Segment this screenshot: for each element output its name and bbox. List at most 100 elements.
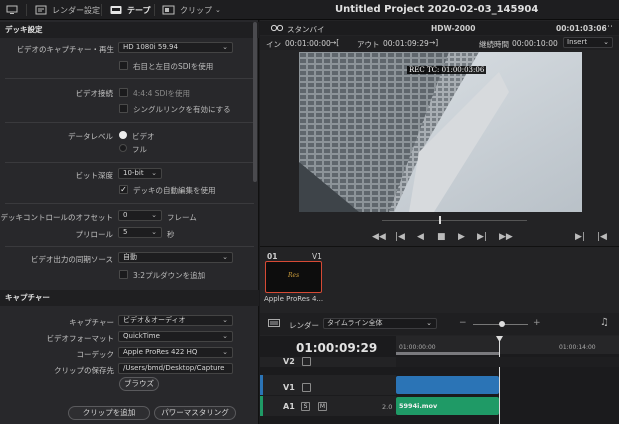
clip-icon bbox=[162, 5, 175, 15]
eject-icon[interactable]: |◀ bbox=[597, 232, 607, 242]
render-settings-icon bbox=[35, 5, 47, 15]
fast-forward-icon[interactable]: ▶▶ bbox=[499, 232, 513, 242]
video-format-select[interactable]: QuickTime ⌄ bbox=[118, 331, 233, 342]
audio-clip[interactable]: 5994i.mov bbox=[396, 397, 499, 415]
data-level-video-label: ビデオ bbox=[132, 132, 155, 141]
tape-label: テープ bbox=[127, 5, 151, 15]
timeline-view-icon[interactable] bbox=[268, 319, 280, 329]
reverse-play-icon[interactable]: ◀ bbox=[417, 232, 424, 242]
building-image bbox=[299, 52, 582, 212]
render-range-select[interactable]: タイムライン全体 ⌄ bbox=[323, 318, 437, 329]
video-capture-value: HD 1080i 59.94 bbox=[123, 43, 178, 51]
render-label: レンダー bbox=[289, 321, 319, 330]
clip-button[interactable]: クリップ ⌄ bbox=[162, 0, 221, 20]
scrubber-playhead[interactable] bbox=[439, 216, 441, 224]
timeline-playhead[interactable] bbox=[499, 336, 500, 424]
bit-depth-label: ビット深度 bbox=[75, 171, 114, 180]
zoom-slider-handle[interactable] bbox=[499, 321, 505, 327]
zoom-in-icon[interactable]: + bbox=[533, 318, 541, 328]
scrubber-track[interactable] bbox=[382, 220, 527, 221]
sdi444-checkbox[interactable] bbox=[119, 88, 128, 97]
step-back-icon[interactable]: |◀ bbox=[395, 232, 405, 242]
tape-name: HDW-2000 bbox=[431, 24, 476, 33]
track-header-a1 bbox=[260, 396, 396, 416]
step-forward-icon[interactable]: ▶| bbox=[477, 232, 487, 242]
sync-source-value: 自動 bbox=[123, 253, 137, 261]
panel-scrollbar[interactable] bbox=[253, 22, 257, 182]
data-level-full-radio[interactable] bbox=[119, 144, 127, 152]
video-preview bbox=[299, 52, 582, 212]
sync-source-select[interactable]: 自動 ⌄ bbox=[118, 252, 233, 263]
clip-thumbnail[interactable]: Res bbox=[265, 261, 322, 293]
chevron-down-icon: ⌄ bbox=[222, 332, 228, 340]
chevron-down-icon: ⌄ bbox=[215, 6, 221, 14]
edit-mode-select[interactable]: Insert ⌄ bbox=[563, 37, 613, 48]
in-label: イン bbox=[266, 40, 281, 49]
out-timecode[interactable]: 00:01:09:29 bbox=[383, 39, 429, 48]
sdi-lr-checkbox[interactable] bbox=[119, 61, 128, 70]
deck-settings-header: デッキ設定 bbox=[0, 22, 259, 38]
monitor-icon[interactable] bbox=[6, 0, 18, 20]
track-v2-lane[interactable] bbox=[396, 357, 619, 367]
bit-depth-select[interactable]: 10-bit ⌄ bbox=[118, 168, 162, 179]
pulldown-checkbox[interactable] bbox=[119, 270, 128, 279]
offset-label: デッキコントロールのオフセット bbox=[0, 213, 114, 222]
power-mastering-button[interactable]: パワーマスタリング bbox=[154, 406, 236, 420]
binoculars-icon bbox=[270, 24, 284, 34]
chevron-down-icon: ⌄ bbox=[222, 253, 228, 261]
save-location-field[interactable]: /Users/bmd/Desktop/Capture bbox=[118, 363, 233, 374]
music-note-icon[interactable]: ♫ bbox=[600, 317, 609, 328]
data-level-label: データレベル bbox=[68, 132, 113, 141]
auto-edit-label: デッキの自動編集を使用 bbox=[133, 186, 216, 195]
zoom-out-icon[interactable]: − bbox=[459, 318, 467, 328]
codec-value: Apple ProRes 422 HQ bbox=[123, 348, 198, 356]
rewind-icon[interactable]: ◀◀ bbox=[372, 232, 386, 242]
track-v1-toggle-icon[interactable] bbox=[302, 383, 311, 392]
chevron-down-icon: ⌄ bbox=[151, 228, 157, 236]
video-capture-label: ビデオのキャプチャー・再生 bbox=[16, 45, 114, 54]
tape-button[interactable]: テープ bbox=[110, 0, 151, 20]
chevron-down-icon: ⌄ bbox=[603, 38, 609, 46]
data-level-video-radio[interactable] bbox=[119, 131, 127, 139]
render-settings-button[interactable]: レンダー設定 bbox=[35, 0, 100, 20]
capture-settings-panel: デッキ設定 ビデオのキャプチャー・再生 HD 1080i 59.94 ⌄ 右目と左… bbox=[0, 20, 259, 424]
preroll-select[interactable]: 5 ⌄ bbox=[118, 227, 162, 238]
offset-select[interactable]: 0 ⌄ bbox=[118, 210, 162, 221]
video-clip[interactable] bbox=[396, 376, 499, 394]
duration-value: 00:00:10:00 bbox=[512, 39, 558, 48]
codec-label: コーデック bbox=[76, 350, 115, 359]
more-options-icon[interactable]: ⋯ bbox=[604, 22, 613, 32]
browse-button[interactable]: ブラウズ bbox=[119, 377, 159, 391]
next-clip-icon[interactable]: ▶| bbox=[575, 232, 585, 242]
track-v2-toggle-icon[interactable] bbox=[302, 357, 311, 366]
preroll-unit: 秒 bbox=[167, 230, 175, 239]
offset-unit: フレーム bbox=[167, 213, 197, 222]
preroll-value: 5 bbox=[123, 228, 128, 236]
track-header-v1 bbox=[260, 375, 396, 395]
viewer-timecode: 00:01:03:06 bbox=[556, 24, 607, 33]
in-timecode[interactable]: 00:01:00:00 bbox=[285, 39, 331, 48]
timeline-timecode: 01:00:09:29 bbox=[296, 341, 378, 355]
goto-out-icon[interactable]: →] bbox=[429, 38, 438, 47]
bin-index: 01 bbox=[267, 252, 278, 261]
mute-button[interactable]: M bbox=[318, 402, 327, 411]
track-a1-label: A1 bbox=[283, 402, 295, 411]
project-title: Untitled Project 2020-02-03_145904 bbox=[335, 4, 539, 15]
sync-source-label: ビデオ出力の同期ソース bbox=[30, 255, 113, 264]
render-range-bar bbox=[396, 352, 500, 355]
codec-select[interactable]: Apple ProRes 422 HQ ⌄ bbox=[118, 347, 233, 358]
sdi444-label: 4:4:4 SDIを使用 bbox=[133, 89, 191, 98]
add-clip-button[interactable]: クリップを追加 bbox=[68, 406, 150, 420]
video-capture-select[interactable]: HD 1080i 59.94 ⌄ bbox=[118, 42, 233, 53]
data-level-full-label: フル bbox=[132, 145, 147, 154]
auto-edit-checkbox[interactable]: ✓ bbox=[119, 185, 128, 194]
play-icon[interactable]: ▶ bbox=[458, 232, 465, 242]
single-link-checkbox[interactable] bbox=[119, 104, 128, 113]
solo-button[interactable]: S bbox=[301, 402, 310, 411]
video-format-label: ビデオフォーマット bbox=[46, 334, 115, 343]
out-label: アウト bbox=[357, 40, 380, 49]
goto-in-icon[interactable]: →[ bbox=[330, 38, 339, 47]
stop-icon[interactable]: ■ bbox=[437, 232, 446, 242]
bin-track: V1 bbox=[312, 252, 322, 261]
capture-type-select[interactable]: ビデオ＆オーディオ ⌄ bbox=[118, 315, 233, 326]
